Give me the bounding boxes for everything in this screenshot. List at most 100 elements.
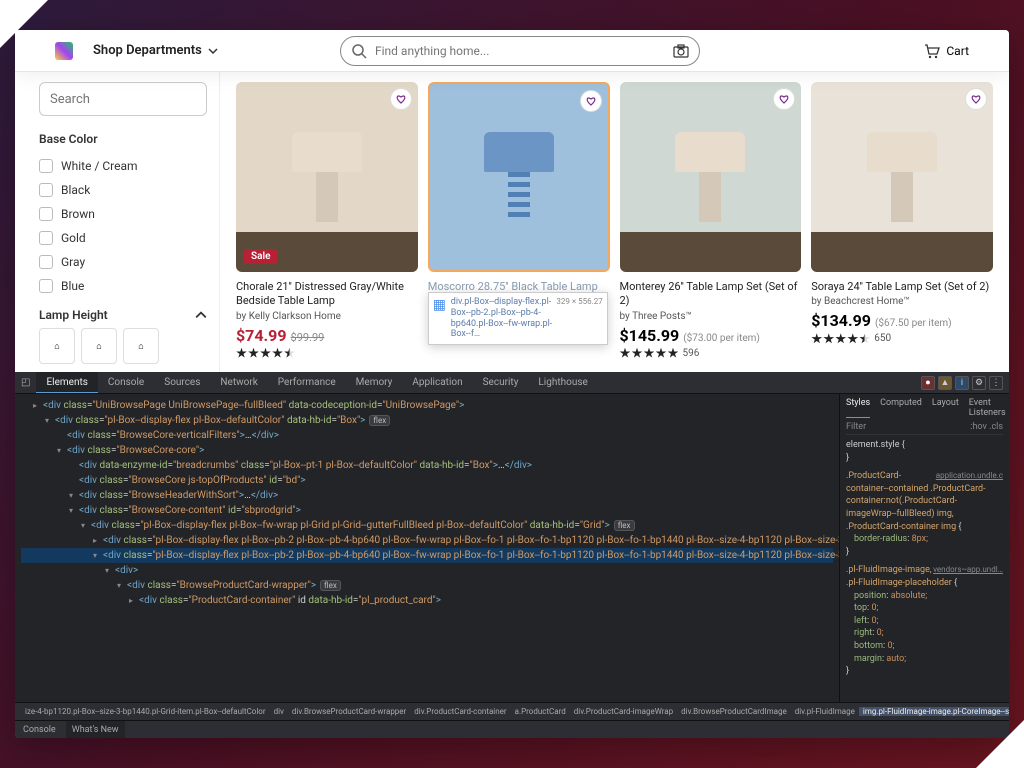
styles-subtab[interactable]: Event Listeners — [969, 398, 1006, 418]
star-icon — [847, 333, 858, 344]
product-image[interactable]: Sale — [236, 82, 418, 272]
dom-tree-line[interactable]: <div class="BrowseCore js-topOfProducts"… — [21, 473, 833, 488]
product-brand: by Beachcrest Home™ — [811, 296, 993, 307]
star-icon — [620, 348, 631, 359]
filter-color-option[interactable]: Gold — [39, 226, 207, 250]
product-price: $74.99$99.99 — [236, 326, 418, 345]
console-drawer-tab[interactable]: Console — [23, 725, 56, 735]
filter-color-option[interactable]: White / Cream — [39, 154, 207, 178]
devtools-tab-network[interactable]: Network — [210, 372, 267, 393]
dom-tree-line[interactable]: ▾<div class="BrowseHeaderWithSort">…</di… — [21, 488, 833, 503]
lamp-height-option[interactable]: ⌂ — [123, 328, 159, 364]
checkbox-icon — [39, 159, 53, 173]
favorite-button[interactable] — [965, 88, 987, 110]
styles-hov[interactable]: :hov .cls — [970, 422, 1003, 432]
elements-tree[interactable]: ▸<div class="UniBrowsePage UniBrowsePage… — [15, 394, 839, 702]
styles-pane[interactable]: Styles Computed Layout Event Listeners Filt… — [839, 394, 1009, 702]
devtools-tab-memory[interactable]: Memory — [346, 372, 403, 393]
breadcrumb-item[interactable]: ize-4-bp1120.pl-Box--size-3-bp1440.pl-Gr… — [21, 707, 270, 716]
devtools-tab-elements[interactable]: Elements — [36, 372, 97, 393]
breadcrumb-item[interactable]: img.pl-FluidImage-image.pl-CoreImage--sh… — [859, 707, 1009, 716]
more-icon[interactable]: ⋮ — [989, 376, 1003, 390]
star-icon — [656, 348, 667, 359]
filter-color-option[interactable]: Blue — [39, 274, 207, 298]
filter-search-input[interactable] — [39, 82, 207, 116]
breadcrumb-item[interactable]: div.BrowseProductCard-wrapper — [288, 707, 410, 716]
filter-color-option[interactable]: Brown — [39, 202, 207, 226]
product-image[interactable] — [620, 82, 802, 272]
product-image[interactable] — [811, 82, 993, 272]
dom-tree-line[interactable]: ▾<div> — [21, 563, 833, 578]
dom-tree-line[interactable]: <div class="BrowseCore-verticalFilters">… — [21, 428, 833, 443]
styles-filter[interactable]: Filter — [846, 422, 866, 432]
camera-icon[interactable] — [673, 43, 689, 59]
site-logo[interactable] — [55, 42, 73, 60]
product-card[interactable]: Soraya 24'' Table Lamp Set (Set of 2) by… — [811, 82, 993, 362]
lamp-height-option[interactable]: ⌂ — [81, 328, 117, 364]
dom-tree-line[interactable]: ▸<div class="UniBrowsePage UniBrowsePage… — [21, 398, 833, 413]
dom-tree-line[interactable]: ▸<div class="ProductCard-container" id d… — [21, 593, 833, 608]
product-brand: by Three Posts™ — [620, 311, 802, 322]
settings-icon[interactable]: ⚙ — [972, 376, 986, 390]
shop-departments-button[interactable]: Shop Departments — [93, 43, 218, 58]
lamp-height-option[interactable]: ⌂ — [39, 328, 75, 364]
element-style: element.style { — [846, 440, 905, 450]
devtools-tab-application[interactable]: Application — [402, 372, 472, 393]
breadcrumb-item[interactable]: div.ProductCard-imageWrap — [570, 707, 677, 716]
inspect-icon[interactable]: ◰ — [15, 372, 36, 393]
favorite-button[interactable] — [580, 90, 602, 112]
filter-color-option[interactable]: Black — [39, 178, 207, 202]
star-icon — [248, 348, 259, 359]
breadcrumb-item[interactable]: a.ProductCard — [511, 707, 570, 716]
search-input[interactable] — [375, 44, 665, 58]
breadcrumb-item[interactable]: div.pl-FluidImage — [791, 707, 859, 716]
css-rule[interactable]: application.undle.c.ProductCard-containe… — [846, 470, 1003, 558]
dom-tree-line[interactable]: ▾<div class="BrowseProductCard-wrapper">… — [21, 578, 833, 593]
product-card[interactable]: Moscorro 28.75'' Black Table Lamp by San… — [428, 82, 610, 362]
styles-subtab[interactable]: Computed — [880, 398, 922, 418]
devtools-tab-lighthouse[interactable]: Lighthouse — [528, 372, 597, 393]
favorite-button[interactable] — [390, 88, 412, 110]
filter-color-option[interactable]: Gray — [39, 250, 207, 274]
product-card[interactable]: Monterey 26'' Table Lamp Set (Set of 2) … — [620, 82, 802, 362]
per-item-price: ($67.50 per item) — [875, 318, 952, 329]
heart-icon — [395, 93, 407, 105]
site-header: Shop Departments Cart — [15, 30, 1009, 72]
product-card[interactable]: Sale Chorale 21'' Distressed Gray/White … — [236, 82, 418, 362]
review-count: 596 — [683, 348, 700, 359]
whats-new-tab[interactable]: What's New — [66, 721, 125, 738]
breadcrumb-item[interactable]: div.ProductCard-container — [410, 707, 510, 716]
styles-subtab[interactable]: Styles — [846, 398, 870, 418]
devtools-tab-performance[interactable]: Performance — [268, 372, 346, 393]
product-title: Monterey 26'' Table Lamp Set (Set of 2) — [620, 280, 802, 309]
styles-subtab[interactable]: Layout — [932, 398, 959, 418]
dom-tree-line[interactable]: <div data-enzyme-id="breadcrumbs" class=… — [21, 458, 833, 473]
search-bar[interactable] — [340, 36, 700, 66]
product-image[interactable] — [428, 82, 610, 272]
breadcrumb-item[interactable]: div.BrowseProductCardImage — [677, 707, 791, 716]
devtools-info-icon[interactable]: i — [955, 376, 969, 390]
devtools-tab-sources[interactable]: Sources — [154, 372, 210, 393]
dom-tree-line[interactable]: ▾<div class="pl-Box--display-flex pl-Box… — [21, 413, 833, 428]
product-price: $134.99($67.50 per item) — [811, 311, 993, 330]
star-icon — [272, 348, 283, 359]
dom-tree-line[interactable]: ▾<div class="pl-Box--display-flex pl-Box… — [21, 518, 833, 533]
per-item-price: ($73.00 per item) — [683, 333, 760, 344]
dom-tree-line[interactable]: ▾<div class="BrowseCore-content" id="sbp… — [21, 503, 833, 518]
breadcrumb-item[interactable]: div — [270, 707, 288, 716]
breadcrumb-bar[interactable]: ize-4-bp1120.pl-Box--size-3-bp1440.pl-Gr… — [15, 702, 1009, 720]
devtools-tab-console[interactable]: Console — [98, 372, 154, 393]
dom-tree-line[interactable]: ▸<div class="pl-Box--display-flex pl-Box… — [21, 533, 833, 548]
css-rule[interactable]: vendors~app.undl….pl-FluidImage-image, .… — [846, 564, 1003, 677]
dom-tree-line[interactable]: ▾<div class="BrowseCore-core"> — [21, 443, 833, 458]
star-icon — [644, 348, 655, 359]
star-icon — [835, 333, 846, 344]
lamp-height-header[interactable]: Lamp Height — [39, 308, 207, 322]
devtools-tab-security[interactable]: Security — [473, 372, 529, 393]
dom-tree-line[interactable]: ▾<div class="pl-Box--display-flex pl-Box… — [21, 548, 833, 563]
heart-icon — [970, 93, 982, 105]
cart-button[interactable]: Cart — [924, 43, 969, 59]
devtools-warn-icon[interactable]: ▲ — [938, 376, 952, 390]
search-icon — [351, 43, 367, 59]
devtools-error-icon[interactable]: ● — [921, 376, 935, 390]
